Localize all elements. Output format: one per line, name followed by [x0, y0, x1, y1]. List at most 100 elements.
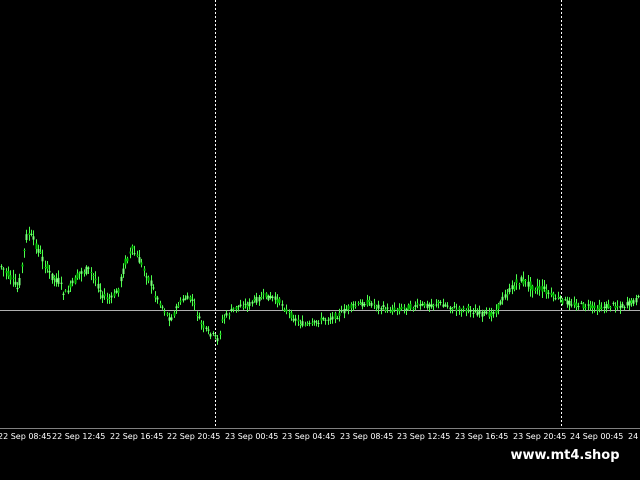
candle-body: [504, 294, 507, 298]
candle-body: [41, 256, 44, 262]
candle-body: [71, 280, 74, 284]
candle-body: [5, 271, 8, 273]
candle-body: [605, 304, 608, 309]
candle-body: [21, 264, 24, 267]
candle-body: [7, 271, 10, 277]
candle-body: [299, 324, 302, 325]
candle-body: [506, 294, 509, 296]
candle-body: [511, 285, 514, 290]
candle-body: [145, 276, 148, 278]
time-tick-label: 23 Sep 00:45: [225, 432, 279, 441]
candle-body: [16, 287, 19, 290]
candle-body: [614, 306, 617, 308]
candle-body: [531, 285, 534, 291]
candle-body: [377, 304, 380, 309]
candle-body: [400, 306, 403, 310]
candle-body: [87, 267, 90, 269]
time-tick-label: 22 Sep 08:45: [0, 432, 52, 441]
candle-body: [94, 278, 97, 281]
candle-body: [389, 311, 392, 313]
candle-body: [559, 297, 562, 299]
candle-body: [207, 329, 210, 331]
candle-body: [140, 262, 143, 265]
candle-body: [501, 296, 504, 301]
chart-window[interactable]: 22 Sep 08:45 22 Sep 12:45 22 Sep 16:45 2…: [0, 0, 640, 480]
candle-body: [232, 308, 235, 310]
candle-body: [561, 299, 564, 304]
candle-body: [564, 299, 567, 301]
candle-body: [46, 264, 49, 270]
candle-body: [508, 288, 511, 293]
candle-body: [276, 299, 279, 304]
candle-body: [570, 304, 573, 306]
candle-body: [248, 302, 251, 306]
candle-body: [39, 251, 42, 253]
time-tick-label: 23 Sep 16:45: [455, 432, 509, 441]
candle-body: [205, 327, 208, 329]
candle-body: [589, 304, 592, 309]
candle-body: [152, 287, 155, 289]
candle-body: [196, 315, 199, 316]
candle-body: [57, 277, 60, 284]
candle-body: [423, 303, 426, 307]
candle-body: [467, 306, 470, 309]
candle-body: [246, 304, 249, 308]
candle-body: [478, 310, 481, 314]
candle-body: [609, 307, 612, 309]
candle-body: [462, 307, 465, 310]
candle-body: [366, 299, 369, 306]
candle-body: [288, 311, 291, 313]
time-tick-label: 23 Sep 04:45: [282, 432, 336, 441]
candle-body: [596, 308, 599, 311]
candle-body: [301, 321, 304, 326]
candle-body: [297, 319, 300, 322]
candle-body: [347, 305, 350, 310]
candle-body: [147, 277, 150, 281]
candle-body: [189, 296, 192, 300]
candle-body: [343, 308, 346, 314]
candle-body: [51, 273, 54, 281]
time-tick-label: 23 Sep 20:45: [513, 432, 567, 441]
candle-body: [396, 309, 399, 311]
candle-body: [281, 304, 284, 306]
watermark: www.mt4.shop: [496, 444, 634, 468]
candle-body: [336, 318, 339, 320]
candle-body: [294, 318, 297, 321]
candle-body: [495, 309, 498, 314]
candle-body: [577, 306, 580, 308]
candle-body: [175, 306, 178, 309]
candle-body: [534, 289, 537, 291]
price-chart[interactable]: [0, 0, 640, 480]
candle-body: [108, 299, 111, 301]
candle-body: [129, 251, 132, 254]
candle-body: [78, 272, 81, 274]
candle-body: [292, 319, 295, 321]
candle-body: [580, 302, 583, 304]
candle-body: [451, 308, 454, 310]
candle-body: [407, 305, 410, 310]
candle-body: [237, 306, 240, 308]
candle-body: [593, 305, 596, 308]
candle-body: [251, 301, 254, 304]
candle-body: [382, 305, 385, 307]
candle-body: [170, 317, 173, 320]
time-tick-label: 22 Sep 20:45: [167, 432, 221, 441]
candle-body: [421, 304, 424, 305]
candle-body: [340, 310, 343, 312]
candle-body: [179, 300, 182, 303]
candle-body: [278, 298, 281, 303]
candle-body: [538, 286, 541, 290]
candle-body: [106, 297, 109, 299]
candle-body: [543, 286, 546, 289]
candle-body: [214, 335, 217, 337]
candle-body: [380, 308, 383, 310]
candle-body: [80, 271, 83, 274]
candle-body: [83, 272, 86, 274]
candle-body: [472, 312, 475, 314]
candle-body: [476, 312, 479, 316]
candle-body: [216, 338, 219, 342]
candle-body: [267, 295, 270, 300]
candle-body: [28, 233, 31, 235]
candle-body: [428, 304, 431, 307]
candle-body: [138, 257, 141, 263]
